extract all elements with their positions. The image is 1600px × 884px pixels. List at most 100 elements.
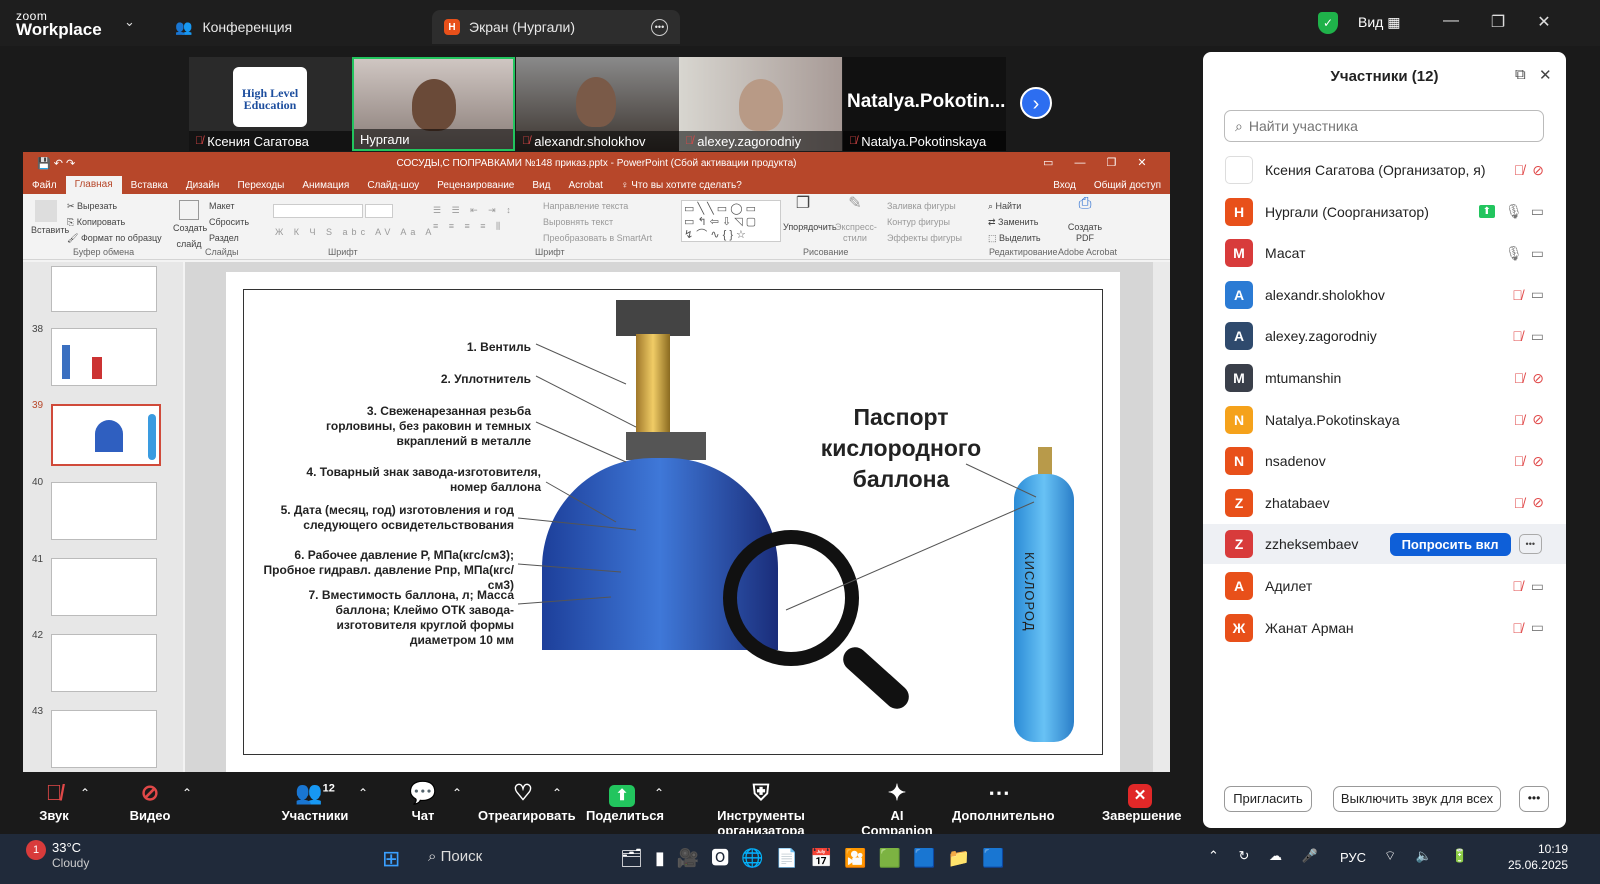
participant-row[interactable]: A Адилет 🎙̸ ▭: [1203, 566, 1566, 606]
more-icon[interactable]: •••: [651, 18, 668, 36]
ppt-tab[interactable]: Вставка: [122, 180, 177, 191]
popout-icon[interactable]: ⧉: [1515, 66, 1526, 83]
host-tools-button[interactable]: ⛨ Инструменты организатора: [680, 780, 842, 838]
mic-muted-icon[interactable]: 🎙̸: [1514, 370, 1525, 386]
participant-row[interactable]: Н Нургали (Соорганизатор) ⬆ 🎙 ▭: [1203, 192, 1566, 232]
video-icon[interactable]: ▭: [1531, 328, 1544, 345]
editing-group[interactable]: ⌕ Найти ⇄ Заменить ⬚ Выделить: [988, 198, 1041, 246]
ppt-tab[interactable]: Acrobat: [559, 180, 611, 191]
participant-row[interactable]: Zzhatabaev 🎙̸ ⊘: [1203, 483, 1566, 523]
video-off-icon[interactable]: ⊘: [1532, 411, 1544, 428]
video-off-icon[interactable]: ⊘: [1532, 162, 1544, 179]
chevron-up-icon[interactable]: ⌃: [358, 786, 368, 800]
taskbar-search[interactable]: ⌕ Поиск: [428, 848, 482, 865]
video-off-icon[interactable]: ⊘: [1532, 370, 1544, 387]
participant-row[interactable]: Aalexey.zagorodniy 🎙̸ ▭: [1203, 316, 1566, 356]
ppt-signin[interactable]: Вход: [1044, 180, 1085, 191]
chevron-up-icon[interactable]: ⌃: [552, 786, 562, 800]
tab-screen-share[interactable]: Н Экран (Нургали) •••: [432, 10, 680, 44]
participant-row[interactable]: Mmtumanshin 🎙̸ ⊘: [1203, 358, 1566, 398]
chevron-up-icon[interactable]: ⌃: [182, 786, 192, 800]
close-panel-icon[interactable]: ✕: [1539, 66, 1552, 84]
shape-format-group[interactable]: Заливка фигуры Контур фигуры Эффекты фигур…: [887, 198, 962, 246]
save-icon[interactable]: 💾 ↶ ↷: [37, 157, 75, 170]
ppt-tab-home[interactable]: Главная: [65, 176, 122, 194]
video-button[interactable]: ⊘ Видео: [128, 780, 172, 823]
mic-icon[interactable]: 🎙: [1505, 203, 1523, 220]
video-icon[interactable]: ▭: [1531, 286, 1544, 303]
chevron-up-icon[interactable]: ⌃: [654, 786, 664, 800]
quick-styles-button[interactable]: ✎ Экспресс-стили: [835, 196, 877, 244]
list-buttons[interactable]: ☰ ☰ ⇤ ⇥ ↕ ≡ ≡ ≡ ≡ ⫼: [433, 202, 515, 234]
end-button[interactable]: ✕ Завершение: [1102, 780, 1182, 823]
chat-button[interactable]: 💬 Чат: [408, 780, 438, 823]
mic-muted-icon[interactable]: 🎙̸: [1512, 578, 1523, 594]
search-participant-field[interactable]: ⌕: [1224, 110, 1544, 142]
slide-thumbnail[interactable]: [51, 710, 157, 768]
video-icon[interactable]: ▭: [1531, 245, 1544, 262]
paragraph-group[interactable]: Направление текста Выровнять текст Преобра…: [543, 198, 652, 246]
mute-all-button[interactable]: Выключить звук для всех: [1333, 786, 1501, 812]
language-indicator[interactable]: РУС: [1340, 850, 1366, 865]
search-input[interactable]: [1248, 118, 1529, 134]
participant-row[interactable]: М Масат 🎙 ▭: [1203, 233, 1566, 273]
ppt-share[interactable]: Общий доступ: [1085, 180, 1170, 191]
mic-muted-icon[interactable]: 🎙̸: [1514, 412, 1525, 428]
ppt-tab[interactable]: Анимация: [293, 180, 358, 191]
next-page-arrow-icon[interactable]: ›: [1020, 87, 1052, 119]
video-tile-active-speaker[interactable]: Нургали: [352, 57, 515, 151]
video-tile[interactable]: Natalya.Pokotin... 🎙̸ Natalya.Pokotinskay…: [843, 57, 1006, 151]
mic-muted-icon[interactable]: 🎙̸: [1514, 162, 1525, 178]
ppt-tab[interactable]: Рецензирование: [428, 180, 523, 191]
audio-button[interactable]: 🎙̸ Звук: [36, 780, 72, 823]
view-button[interactable]: Вид ▦: [1358, 14, 1400, 31]
participant-row[interactable]: N Natalya.Pokotinskaya 🎙̸ ⊘: [1203, 400, 1566, 440]
minimize-icon[interactable]: —: [1440, 12, 1462, 30]
ask-to-start-video-button[interactable]: Попросить вкл: [1389, 532, 1511, 556]
tray-icons[interactable]: ⌃ ↻ ☁ 🎤: [1208, 848, 1326, 864]
video-tile[interactable]: 🎙̸ alexandr.sholokhov: [516, 57, 679, 151]
mic-muted-icon[interactable]: 🎙̸: [1512, 328, 1523, 344]
ppt-tab[interactable]: Слайд-шоу: [358, 180, 428, 191]
arrange-button[interactable]: ❐ Упорядочить: [783, 196, 837, 233]
mic-muted-icon[interactable]: 🎙̸: [1514, 453, 1525, 469]
more-icon[interactable]: •••: [1518, 534, 1542, 555]
shapes-gallery[interactable]: ▭ ╲ ╲ ▭ ◯ ▭ ▭ ↰ ⇦ ⇩ ◹ ▢ ↯ ⌒ ∿ { } ☆: [681, 200, 781, 242]
video-tile[interactable]: High Level Education 🎙̸ Ксения Сагатова: [189, 57, 352, 151]
slide-thumbnail[interactable]: [51, 328, 157, 386]
video-off-icon[interactable]: ⊘: [1532, 453, 1544, 470]
create-pdf-button[interactable]: ⎙ Создать PDF: [1063, 196, 1107, 244]
font-size-input[interactable]: [365, 204, 393, 218]
clipboard-group[interactable]: ✂ Вырезать ⎘ Копировать 🖌 Формат по образц…: [67, 198, 162, 246]
ppt-tell-me[interactable]: ♀ Что вы хотите сделать?: [612, 180, 751, 191]
slide-thumbnail[interactable]: [51, 634, 157, 692]
mic-muted-icon[interactable]: 🎙̸: [1512, 620, 1523, 636]
paste-button[interactable]: Вставить: [31, 198, 69, 238]
taskbar-app-icons[interactable]: 🗂▮🎥🅾🌐📄📅🎦🟩🟦📁🟦: [620, 844, 1016, 870]
slide-thumbnail[interactable]: [51, 266, 157, 312]
tab-meeting[interactable]: 👥 Конференция: [175, 10, 292, 44]
participant-row[interactable]: Ж Жанат Арман 🎙̸ ▭: [1203, 608, 1566, 648]
more-options-icon[interactable]: •••: [1519, 786, 1549, 812]
video-icon[interactable]: ▭: [1531, 619, 1544, 636]
shield-check-icon[interactable]: ✓: [1318, 12, 1338, 34]
close-icon[interactable]: ✕: [1533, 12, 1555, 32]
mic-muted-icon[interactable]: 🎙̸: [1514, 495, 1525, 511]
mic-icon[interactable]: 🎙: [1505, 245, 1523, 262]
video-icon[interactable]: ▭: [1531, 203, 1544, 220]
font-name-input[interactable]: [273, 204, 363, 218]
vertical-scrollbar[interactable]: [1153, 262, 1170, 772]
slide-thumbnail-selected[interactable]: [51, 404, 161, 466]
ppt-tab[interactable]: Дизайн: [177, 180, 229, 191]
video-off-icon[interactable]: ⊘: [1532, 494, 1544, 511]
new-slide-button[interactable]: Создать слайд: [173, 198, 207, 252]
participant-row[interactable]: Nnsadenov 🎙̸ ⊘: [1203, 441, 1566, 481]
ppt-window-controls[interactable]: ▭ — ❐ ✕: [1043, 156, 1147, 169]
slide-thumbnail[interactable]: [51, 558, 157, 616]
weather-temp[interactable]: 33°C: [52, 840, 81, 855]
mic-muted-icon[interactable]: 🎙̸: [1512, 287, 1523, 303]
chevron-up-icon[interactable]: ⌃: [80, 786, 90, 800]
share-button[interactable]: ⬆ Поделиться: [586, 780, 664, 823]
chevron-up-icon[interactable]: ⌃: [452, 786, 462, 800]
font-format-buttons[interactable]: Ж К Ч S abc AV Aa A: [275, 224, 435, 240]
